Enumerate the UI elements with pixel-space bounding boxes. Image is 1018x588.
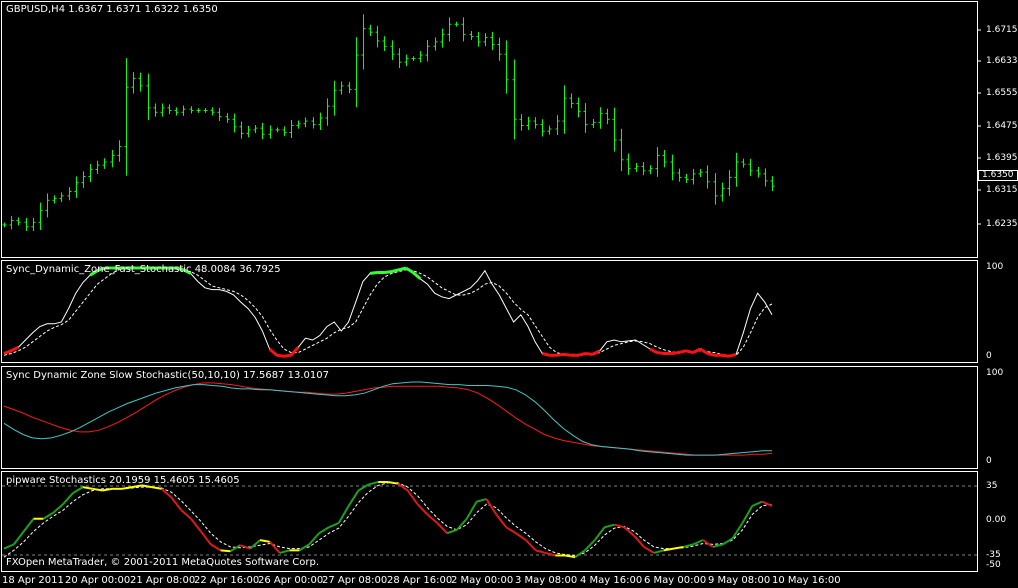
fast-scale-max: 100 [986, 262, 1004, 272]
pipware-scale-zero: 0.00 [986, 515, 1007, 525]
price-scale-label: 1.6475 [986, 121, 1018, 131]
main-pane-title: GBPUSD,H4 1.6367 1.6371 1.6322 1.6350 [6, 4, 218, 15]
price-scale-label: 1.6315 [986, 185, 1018, 195]
price-scale-label: 1.6633 [986, 56, 1018, 66]
price-scale-label: 1.6395 [986, 153, 1018, 163]
fast-zone-segment [384, 270, 392, 274]
time-axis-label: 26 Apr 00:00 [258, 575, 324, 586]
fast-zone-segment [685, 349, 694, 355]
price-scale-label: 1.6235 [986, 219, 1018, 229]
fast-zone-segment [398, 266, 407, 272]
slow-scale-max: 100 [986, 368, 1004, 378]
fast-zone-segment [678, 349, 687, 355]
fast-zone-segment [577, 352, 586, 357]
time-axis-label: 9 May 08:00 [708, 575, 771, 586]
fast-zone-segment [276, 353, 285, 358]
fast-zone-segment [563, 352, 572, 357]
fast-zone-segment [556, 352, 565, 357]
pipware-stochastic-title: pipware Stochastics 20.1959 15.4605 15.4… [6, 475, 240, 486]
time-axis-label: 21 Apr 08:00 [130, 575, 196, 586]
slow-stochastic-title: Sync Dynamic Zone Slow Stochastic(50,10,… [6, 370, 329, 381]
metatrader-chart-window[interactable] [0, 0, 1018, 588]
price-scale-label: 1.6555 [986, 88, 1018, 98]
time-axis-label: 27 Apr 08:00 [322, 575, 388, 586]
time-axis-label: 18 Apr 2011 [2, 575, 64, 586]
fast-zone-segment [721, 353, 730, 358]
fast-zone-segment [391, 268, 400, 274]
copyright-notice: FXOpen MetaTrader, © 2001-2011 MetaQuote… [6, 557, 320, 568]
fast-zone-segment [541, 352, 550, 357]
time-axis-label: 20 Apr 00:00 [65, 575, 131, 586]
time-axis-label: 10 May 16:00 [772, 575, 841, 586]
fast-zone-segment [671, 351, 679, 355]
pipware-scale-level-lower: -35 [986, 550, 1001, 560]
time-axis-label: 2 May 00:00 [451, 575, 514, 586]
time-axis-label: 4 May 16:00 [580, 575, 643, 586]
fast-zone-segment [728, 352, 737, 358]
time-axis-label: 22 Apr 16:00 [194, 575, 260, 586]
time-axis-label: 28 Apr 16:00 [387, 575, 453, 586]
current-price-marker: 1.6350 [978, 170, 1018, 181]
fast-scale-min: 0 [986, 351, 992, 361]
pipware-main-segment [220, 549, 231, 553]
fast-zone-segment [707, 352, 715, 357]
fast-zone-segment [283, 353, 292, 358]
fast-stochastic-title: Sync_Dynamic_Zone_Fast_Stochastic 48.008… [6, 264, 281, 275]
fast-zone-segment [656, 351, 665, 355]
time-axis-label: 6 May 00:00 [644, 575, 707, 586]
pipware-scale-level-upper: 35 [986, 481, 998, 491]
time-axis-label: 3 May 08:00 [515, 575, 578, 586]
price-scale-label: 1.6715 [986, 25, 1018, 35]
slow-scale-min: 0 [986, 456, 992, 466]
fast-zone-segment [585, 352, 593, 356]
pipware-scale-min: -50 [986, 560, 1001, 570]
fast-zone-segment [369, 271, 378, 275]
